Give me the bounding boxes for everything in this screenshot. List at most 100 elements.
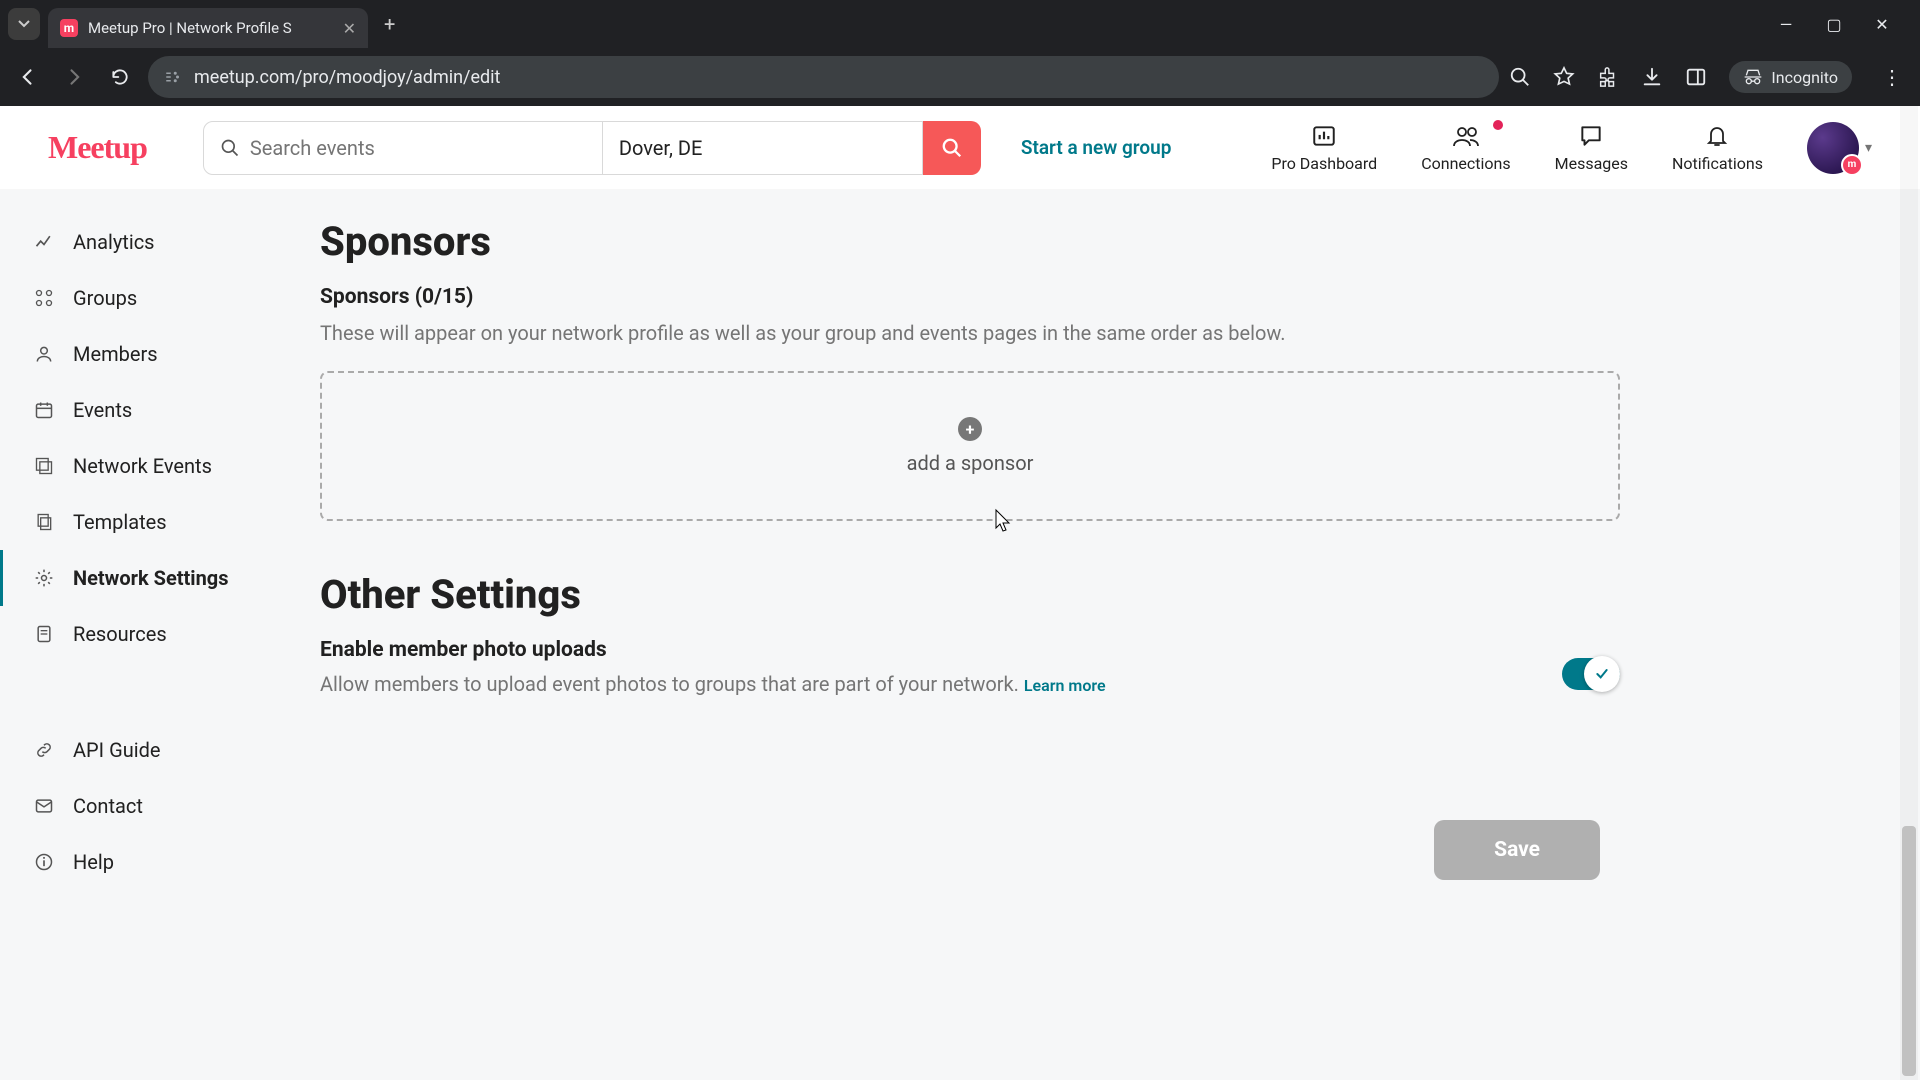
chrome-menu-icon[interactable]: ⋮ [1874,65,1910,89]
sidebar-label: Contact [73,794,143,818]
sponsors-count: Sponsors (0/15) [320,285,1620,309]
scrollbar-track[interactable] [1900,106,1918,1080]
location-value: Dover, DE [619,136,703,160]
sidebar-item-groups[interactable]: Groups [0,270,300,326]
maximize-icon[interactable]: ▢ [1824,15,1844,34]
nav-messages[interactable]: Messages [1555,122,1628,173]
sidebar-label: Templates [73,510,167,534]
sidebar-item-analytics[interactable]: Analytics [0,214,300,270]
minimize-icon[interactable]: — [1776,15,1796,34]
new-tab-button[interactable]: + [376,12,403,36]
nav-pro-dashboard[interactable]: Pro Dashboard [1271,122,1377,173]
groups-icon [33,288,55,308]
toggle-knob [1584,656,1620,692]
url-text: meetup.com/pro/moodjoy/admin/edit [194,67,500,88]
gear-icon [33,568,55,588]
nav-label: Connections [1421,154,1510,173]
copy-icon [33,512,55,532]
nav-label: Messages [1555,154,1628,173]
sidebar-label: Events [73,398,132,422]
nav-notifications[interactable]: Notifications [1672,122,1763,173]
learn-more-link[interactable]: Learn more [1024,676,1106,695]
chat-icon [1578,122,1604,150]
sidebar-label: API Guide [73,738,160,762]
notification-badge-icon [1493,120,1503,130]
mail-icon [33,796,55,816]
sidebar-item-events[interactable]: Events [0,382,300,438]
scrollbar-thumb[interactable] [1902,826,1916,1076]
nav-label: Notifications [1672,154,1763,173]
window-controls: — ▢ ✕ [1776,15,1912,34]
chevron-down-icon: ▾ [1865,140,1872,156]
profile-menu[interactable]: m ▾ [1807,122,1872,174]
search-placeholder: Search events [250,136,375,160]
layers-icon [33,456,55,476]
browser-chrome: m Meetup Pro | Network Profile S ✕ + — ▢… [0,0,1920,106]
sidebar-item-templates[interactable]: Templates [0,494,300,550]
close-window-icon[interactable]: ✕ [1872,15,1892,34]
site-settings-icon[interactable] [164,68,182,86]
sponsors-heading: Sponsors [320,218,1620,265]
sidebar-item-resources[interactable]: Resources [0,606,300,662]
incognito-indicator[interactable]: Incognito [1729,61,1852,93]
sidebar-label: Help [73,850,114,874]
sidebar-item-network-events[interactable]: Network Events [0,438,300,494]
sidebar-label: Network Settings [73,566,229,590]
sidebar-label: Resources [73,622,167,646]
search-events-input[interactable]: Search events [203,121,603,175]
sidebar-label: Groups [73,286,137,310]
sidebar-label: Analytics [73,230,155,254]
back-button[interactable] [10,59,46,95]
location-input[interactable]: Dover, DE [603,121,923,175]
bookmark-star-icon[interactable] [1553,66,1575,88]
add-sponsor-button[interactable]: + add a sponsor [320,371,1620,521]
nav-connections[interactable]: Connections [1421,122,1510,173]
sidebar-item-api-guide[interactable]: API Guide [0,722,300,778]
add-sponsor-label: add a sponsor [907,451,1034,475]
check-icon [1594,666,1610,682]
sidebar-label: Network Events [73,454,212,478]
search-submit-button[interactable] [923,121,981,175]
search-form: Search events Dover, DE [203,121,981,175]
sidebar-item-network-settings[interactable]: Network Settings [0,550,300,606]
photo-upload-setting: Enable member photo uploads Allow member… [320,638,1620,696]
bell-icon [1705,122,1729,150]
meetup-logo[interactable]: Meetup [48,129,147,166]
people-icon [1452,122,1480,150]
tab-search-dropdown[interactable] [8,8,40,40]
nav-label: Pro Dashboard [1271,154,1377,173]
sidebar: Analytics Groups Members Events Network … [0,190,300,1080]
toolbar-icons: Incognito ⋮ [1509,61,1910,93]
incognito-icon [1743,67,1763,87]
app-header: Meetup Search events Dover, DE Start a n… [0,106,1920,190]
side-panel-icon[interactable] [1685,66,1707,88]
tab-title: Meetup Pro | Network Profile S [88,19,333,37]
save-button[interactable]: Save [1434,820,1600,880]
sponsors-description: These will appear on your network profil… [320,319,1620,347]
address-bar[interactable]: meetup.com/pro/moodjoy/admin/edit [148,56,1499,98]
sidebar-item-contact[interactable]: Contact [0,778,300,834]
meetup-badge-icon: m [1841,154,1863,176]
zoom-icon[interactable] [1509,66,1531,88]
bar-chart-icon [1311,122,1337,150]
incognito-label: Incognito [1771,68,1838,87]
forward-button[interactable] [56,59,92,95]
start-new-group-link[interactable]: Start a new group [1021,136,1172,159]
main-content: Sponsors Sponsors (0/15) These will appe… [300,190,1920,1080]
info-icon [33,852,55,872]
calendar-icon [33,400,55,420]
browser-tab[interactable]: m Meetup Pro | Network Profile S ✕ [48,8,368,48]
search-icon [220,138,240,158]
analytics-icon [33,232,55,252]
downloads-icon[interactable] [1641,66,1663,88]
person-icon [33,344,55,364]
document-icon [33,624,55,644]
photo-upload-description: Allow members to upload event photos to … [320,672,1024,696]
sidebar-item-help[interactable]: Help [0,834,300,890]
reload-button[interactable] [102,59,138,95]
extensions-icon[interactable] [1597,66,1619,88]
meetup-favicon: m [60,19,78,37]
photo-upload-toggle[interactable] [1562,658,1620,690]
close-tab-icon[interactable]: ✕ [343,19,356,38]
sidebar-item-members[interactable]: Members [0,326,300,382]
